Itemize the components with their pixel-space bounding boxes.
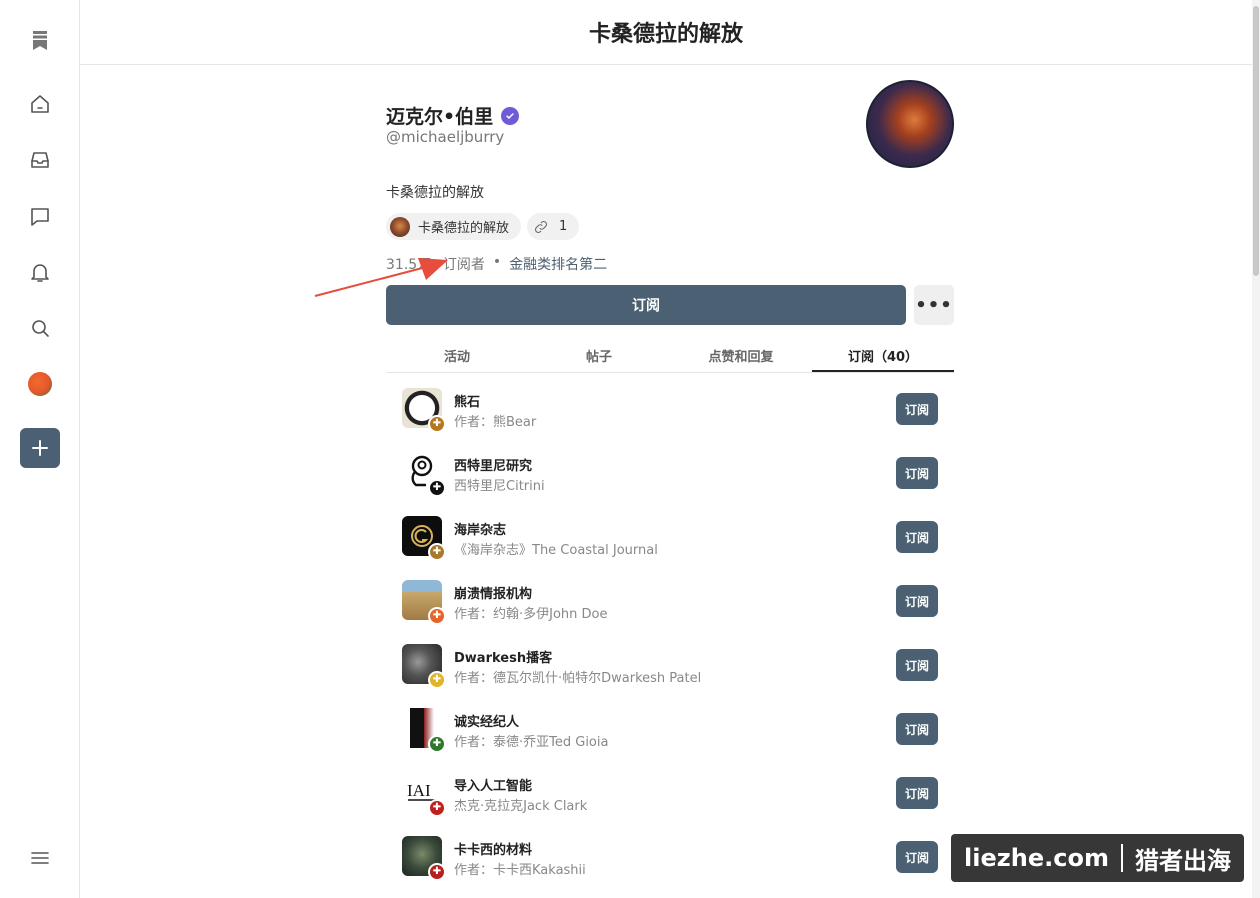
publication-badge-icon: ✚ <box>428 671 446 689</box>
publication-author: 作者：约翰·多伊John Doe <box>454 607 608 622</box>
tab-activity[interactable]: 活动 <box>386 336 528 372</box>
profile-bio: 卡桑德拉的解放 <box>386 185 484 201</box>
publication-thumb: ✚ <box>402 388 446 433</box>
publication-title[interactable]: 卡卡西的材料 <box>454 839 532 858</box>
list-item[interactable]: ✚ 海岸杂志 《海岸杂志》The Coastal Journal 订阅 <box>402 514 954 578</box>
publication-title[interactable]: 崩溃情报机构 <box>454 583 532 602</box>
publication-title[interactable]: 海岸杂志 <box>454 519 506 538</box>
subscribe-button[interactable]: 订阅 <box>386 285 906 325</box>
scrollbar-thumb[interactable] <box>1253 6 1259 276</box>
watermark-right: 猎者出海 <box>1134 846 1231 875</box>
publication-title[interactable]: 西特里尼研究 <box>454 455 532 474</box>
publication-author: 西特里尼Citrini <box>454 479 545 494</box>
name-row: 迈克尔•伯里 <box>386 102 520 129</box>
profile-tabs: 活动 帖子 点赞和回复 订阅（40） <box>386 336 954 373</box>
publication-chip[interactable]: 卡桑德拉的解放 <box>386 213 522 240</box>
list-item[interactable]: ✚ 崩溃情报机构 作者：约翰·多伊John Doe 订阅 <box>402 578 954 642</box>
subscribe-button[interactable]: 订阅 <box>896 393 938 425</box>
list-item[interactable]: ✚ 熊石 作者：熊Bear 订阅 <box>402 386 954 450</box>
category-rank-link[interactable]: 金融类排名第二 <box>509 254 607 274</box>
publication-title[interactable]: 诚实经纪人 <box>454 711 519 730</box>
subscribe-button[interactable]: 订阅 <box>896 649 938 681</box>
publication-chip-avatar <box>390 216 410 237</box>
left-sidebar <box>0 0 80 898</box>
publication-badge-icon: ✚ <box>428 863 446 881</box>
tab-likes-replies[interactable]: 点赞和回复 <box>670 336 812 372</box>
bookmark-icon[interactable] <box>20 20 60 60</box>
publication-title[interactable]: 导入人工智能 <box>454 775 532 794</box>
watermark-divider <box>1120 844 1123 872</box>
publication-title[interactable]: 熊石 <box>454 391 480 410</box>
more-options-button[interactable]: ••• <box>914 285 954 325</box>
publication-badge-icon: ✚ <box>428 543 446 561</box>
menu-icon[interactable] <box>20 838 60 878</box>
subscribe-button[interactable]: 订阅 <box>896 713 938 745</box>
publication-thumb: ✚ <box>402 452 446 497</box>
profile-handle: @michaeljburry <box>386 128 505 146</box>
publication-badge-icon: ✚ <box>428 607 446 625</box>
publication-thumb: ✚ <box>402 580 446 625</box>
subscribe-button[interactable]: 订阅 <box>896 777 938 809</box>
publication-thumb: ✚ <box>402 708 446 753</box>
subscribe-button[interactable]: 订阅 <box>896 841 938 873</box>
subscribe-button[interactable]: 订阅 <box>896 521 938 553</box>
search-icon[interactable] <box>20 308 60 348</box>
verified-badge-icon <box>501 106 520 125</box>
inbox-icon[interactable] <box>20 140 60 180</box>
publication-badge-icon: ✚ <box>428 735 446 753</box>
tab-posts[interactable]: 帖子 <box>528 336 670 372</box>
scrollbar[interactable] <box>1252 0 1260 898</box>
list-item[interactable]: ✚ Dwarkesh播客 作者：德瓦尔凯什·帕特尔Dwarkesh Patel … <box>402 642 954 706</box>
publication-thumb: ✚ <box>402 644 446 689</box>
publication-thumb: ✚ <box>402 516 446 561</box>
profile-avatar <box>866 80 954 168</box>
page-title: 卡桑德拉的解放 <box>588 22 743 47</box>
publication-title[interactable]: Dwarkesh播客 <box>454 647 552 666</box>
top-header: 卡桑德拉的解放 <box>80 0 1252 65</box>
watermark: liezhe.com 猎者出海 <box>951 834 1244 882</box>
list-item[interactable]: ✚ 卡卡西的材料 作者：卡卡西Kakashii 订阅 <box>402 834 954 898</box>
list-item[interactable]: IAI ✚ 导入人工智能 杰克·克拉克Jack Clark 订阅 <box>402 770 954 834</box>
publication-avatar[interactable] <box>20 364 60 404</box>
svg-text:IAI: IAI <box>407 781 431 800</box>
publication-author: 作者：德瓦尔凯什·帕特尔Dwarkesh Patel <box>454 671 702 686</box>
publication-badge-icon: ✚ <box>428 799 446 817</box>
publication-author: 作者：卡卡西Kakashii <box>454 863 586 878</box>
profile-chips: 卡桑德拉的解放 1 <box>386 213 580 240</box>
link-icon <box>535 220 548 233</box>
home-icon[interactable] <box>20 84 60 124</box>
publication-chip-label: 卡桑德拉的解放 <box>418 221 510 236</box>
publication-thumb: ✚ <box>402 836 446 881</box>
tab-subscriptions[interactable]: 订阅（40） <box>812 336 954 372</box>
publication-author: 杰克·克拉克Jack Clark <box>454 799 588 814</box>
subscriptions-list: ✚ 熊石 作者：熊Bear 订阅 ✚ 西特里尼研究 西特里尼Citrini 订阅 <box>402 386 954 898</box>
links-chip[interactable]: 1 <box>527 213 580 240</box>
publication-author: 作者：熊Bear <box>454 415 537 430</box>
plus-icon[interactable] <box>20 428 60 468</box>
profile-name: 迈克尔•伯里 <box>386 106 494 128</box>
subscribe-button[interactable]: 订阅 <box>896 585 938 617</box>
publication-author: 作者：泰德·乔亚Ted Gioia <box>454 735 609 750</box>
links-count: 1 <box>559 219 568 234</box>
annotation-arrow-icon <box>314 258 448 297</box>
watermark-left: liezhe.com <box>964 844 1109 872</box>
chat-icon[interactable] <box>20 196 60 236</box>
subscribe-button[interactable]: 订阅 <box>896 457 938 489</box>
bell-icon[interactable] <box>20 252 60 292</box>
list-item[interactable]: ✚ 西特里尼研究 西特里尼Citrini 订阅 <box>402 450 954 514</box>
publication-thumb: IAI ✚ <box>402 772 446 817</box>
publication-badge-icon: ✚ <box>428 479 446 497</box>
list-item[interactable]: ✚ 诚实经纪人 作者：泰德·乔亚Ted Gioia 订阅 <box>402 706 954 770</box>
publication-author: 《海岸杂志》The Coastal Journal <box>454 543 658 558</box>
stats-separator: • <box>492 254 502 270</box>
publication-badge-icon: ✚ <box>428 415 446 433</box>
